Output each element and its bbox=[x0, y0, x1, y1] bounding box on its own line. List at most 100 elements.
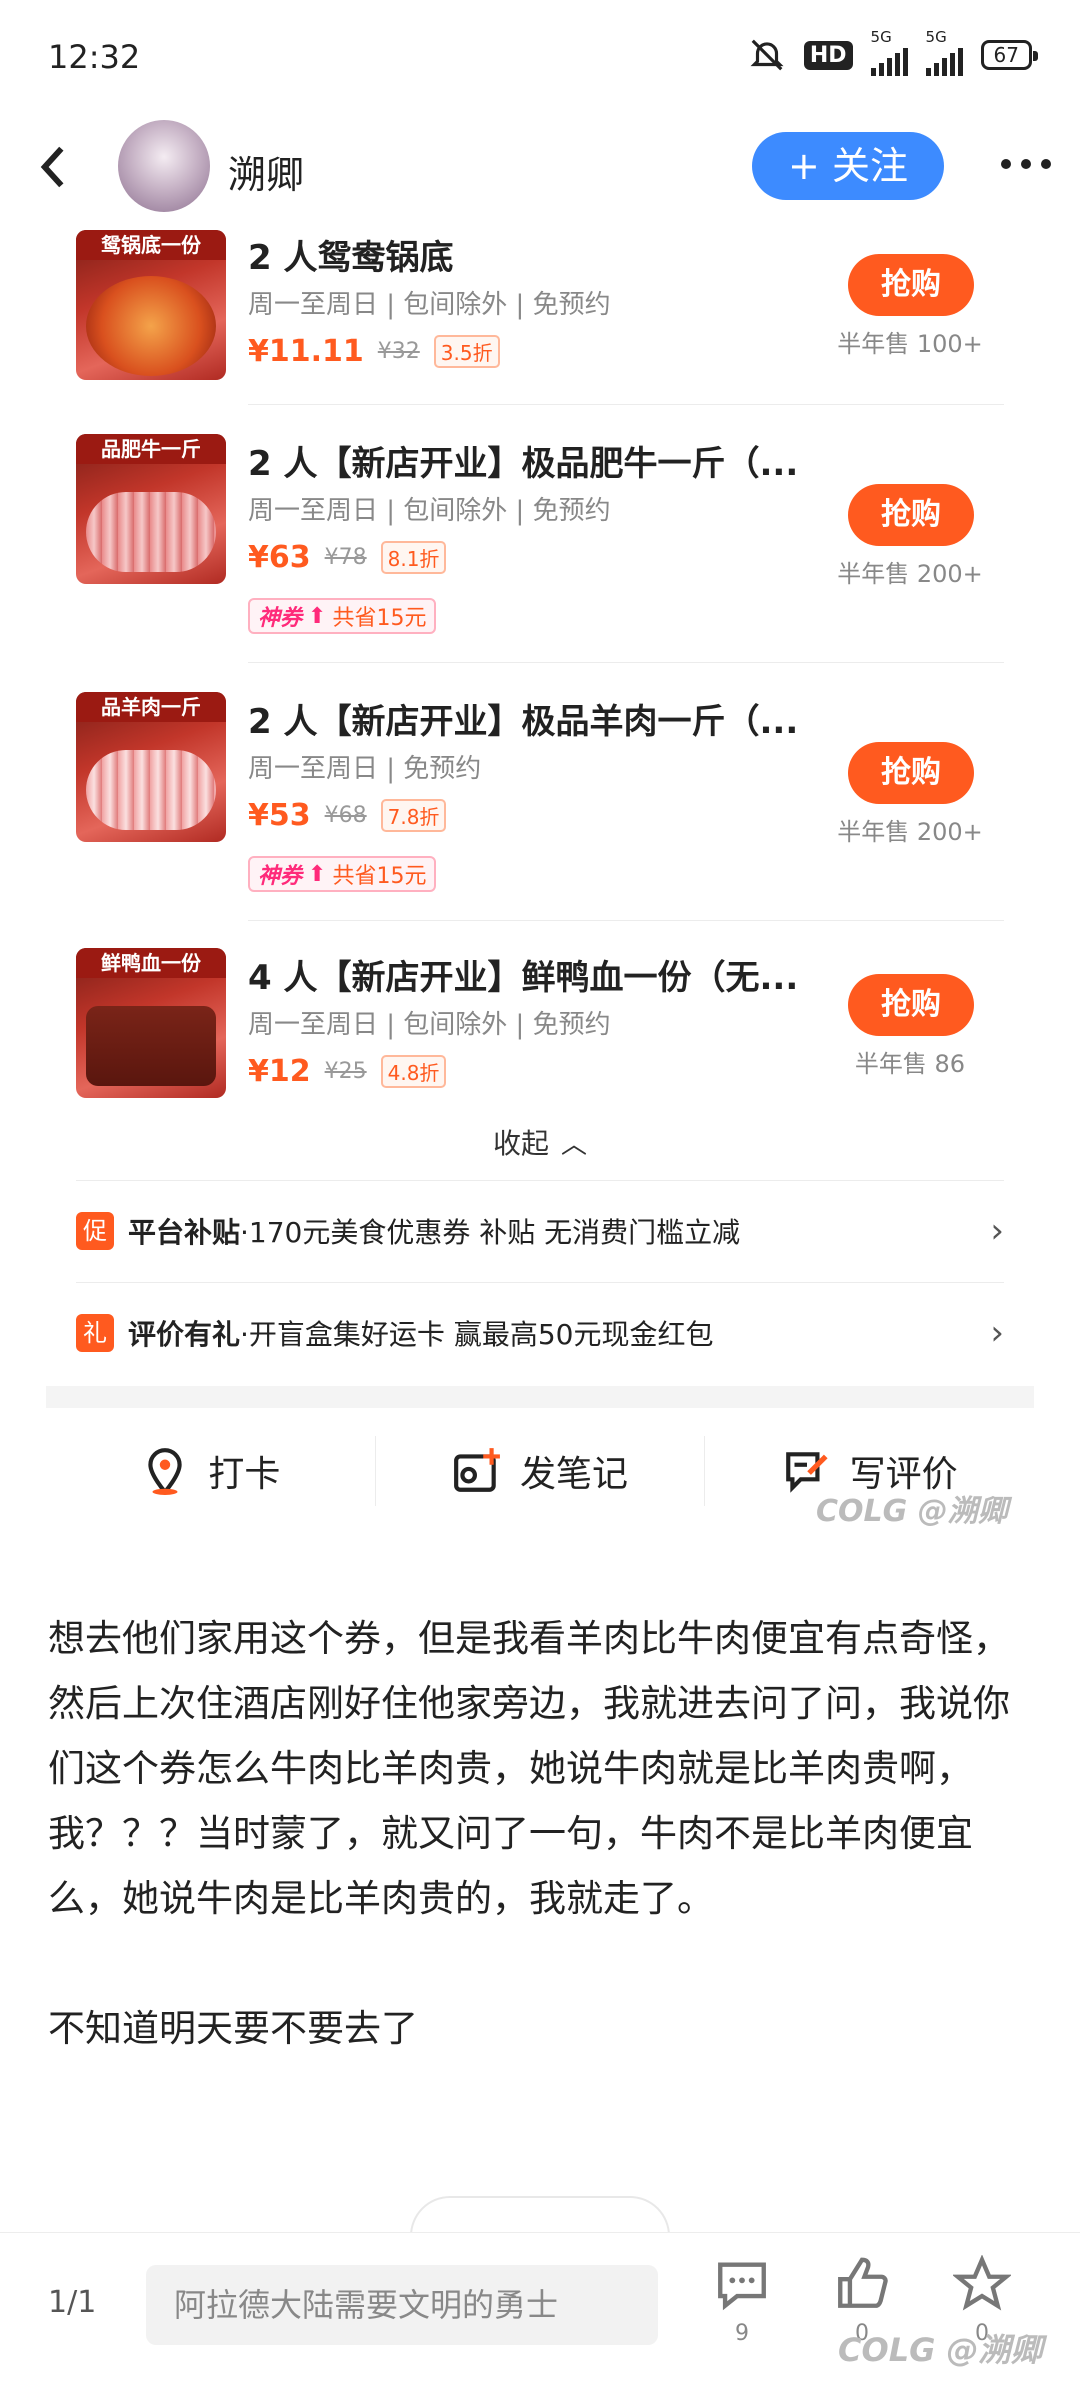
deal-image: 品羊肉一斤 bbox=[76, 692, 226, 842]
watermark: COLG @溯卿 bbox=[838, 2331, 1043, 2369]
deal-price: ¥53 bbox=[248, 798, 311, 833]
deal-image: 鸳锅底一份 bbox=[76, 230, 226, 380]
star-icon bbox=[951, 2254, 1013, 2311]
deal-original-price: ¥68 bbox=[324, 803, 367, 828]
buy-button[interactable]: 抢购 bbox=[848, 974, 974, 1036]
deal-image-label: 鸳锅底一份 bbox=[76, 230, 226, 260]
promo-icon: 礼 bbox=[76, 1313, 114, 1352]
coupon-arrow-icon: ⬆ bbox=[308, 603, 327, 629]
watermark: COLG @溯卿 bbox=[816, 1494, 1008, 1529]
follow-button[interactable]: + 关注 bbox=[752, 132, 944, 200]
post-note-button[interactable]: 发笔记 bbox=[376, 1436, 706, 1506]
deal-subtitle: 周一至周日 | 包间除外 | 免预约 bbox=[248, 496, 611, 526]
buy-button[interactable]: 抢购 bbox=[848, 254, 974, 316]
coupon-brand: 神券 bbox=[258, 606, 303, 631]
comment-count: 9 bbox=[735, 2321, 749, 2346]
deal-image: 鲜鸭血一份 bbox=[76, 948, 226, 1098]
bottom-bar: 1/1 阿拉德大陆需要文明的勇士 9 0 0 COLG @溯卿 bbox=[0, 2232, 1080, 2400]
deal-discount-badge: 7.8折 bbox=[380, 799, 447, 832]
more-options-button[interactable] bbox=[1000, 134, 1052, 185]
deal-image: 品肥牛一斤 bbox=[76, 434, 226, 584]
comment-icon bbox=[718, 2262, 766, 2311]
back-arrow-icon bbox=[40, 146, 64, 188]
signal-label: 5G bbox=[925, 28, 947, 46]
signal-icon: 5G bbox=[870, 28, 908, 76]
deal-title: 2 人【新店开业】极品羊肉一斤（... bbox=[248, 702, 799, 742]
deal-image-label: 鲜鸭血一份 bbox=[76, 948, 226, 978]
thumbs-up-icon bbox=[838, 2257, 888, 2308]
battery-level: 67 bbox=[993, 43, 1019, 67]
coupon-brand: 神券 bbox=[258, 864, 303, 889]
avatar[interactable] bbox=[118, 120, 210, 212]
buy-button[interactable]: 抢购 bbox=[848, 484, 974, 546]
deal-original-price: ¥78 bbox=[324, 545, 367, 570]
deal-original-price: ¥32 bbox=[377, 339, 420, 364]
status-icons: HD 5G 5G 67 bbox=[748, 28, 1039, 76]
divider bbox=[248, 404, 1004, 405]
deal-sold-count: 半年售 100+ bbox=[837, 330, 983, 358]
deal-price: ¥11.11 bbox=[248, 334, 364, 369]
comment-input[interactable]: 阿拉德大陆需要文明的勇士 bbox=[146, 2265, 658, 2345]
promo-desc: ·开盲盒集好运卡 赢最高50元现金红包 bbox=[240, 1317, 714, 1351]
deal-sold-count: 半年售 200+ bbox=[837, 560, 983, 588]
deal-price: ¥63 bbox=[248, 540, 311, 575]
deal-image-label: 品羊肉一斤 bbox=[76, 692, 226, 722]
deal-price-row: ¥53 ¥68 7.8折 bbox=[248, 798, 447, 833]
action-label: 发笔记 bbox=[520, 1454, 629, 1495]
promo-row-review-gift[interactable]: 礼 评价有礼 ·开盲盒集好运卡 赢最高50元现金红包 › bbox=[76, 1282, 1004, 1382]
promo-desc: ·170元美食优惠券 补贴 无消费门槛立减 bbox=[240, 1215, 741, 1249]
deal-subtitle: 周一至周日 | 包间除外 | 免预约 bbox=[248, 290, 611, 320]
collapse-button[interactable]: 收起 ︿ bbox=[0, 1122, 1080, 1162]
post-paragraph: 不知道明天要不要去了 bbox=[48, 2007, 418, 2050]
signal-label: 5G bbox=[870, 28, 892, 46]
chevron-up-icon: ︿ bbox=[561, 1130, 588, 1160]
coupon-save: 共省15元 bbox=[332, 864, 427, 889]
deal-subtitle: 周一至周日 | 包间除外 | 免预约 bbox=[248, 1010, 611, 1040]
deal-price-row: ¥63 ¥78 8.1折 bbox=[248, 540, 447, 575]
mute-bell-icon bbox=[750, 39, 784, 71]
hd-badge: HD bbox=[803, 40, 853, 70]
deal-discount-badge: 8.1折 bbox=[380, 541, 447, 574]
deal-original-price: ¥25 bbox=[324, 1059, 367, 1084]
deal-image-label: 品肥牛一斤 bbox=[76, 434, 226, 464]
promo-title: 评价有礼 bbox=[128, 1317, 241, 1351]
deal-discount-badge: 3.5折 bbox=[433, 335, 500, 368]
status-bar: 12:32 HD 5G 5G 67 bbox=[0, 0, 1080, 120]
coupon-tag: 神券 ⬆ 共省15元 bbox=[248, 598, 437, 634]
deal-sold-count: 半年售 200+ bbox=[837, 818, 983, 846]
coupon-save: 共省15元 bbox=[332, 606, 427, 631]
deal-price: ¥12 bbox=[248, 1054, 311, 1089]
action-label: 打卡 bbox=[208, 1454, 281, 1495]
chevron-right-icon: › bbox=[990, 1313, 1004, 1353]
checkin-button[interactable]: 打卡 bbox=[46, 1436, 376, 1506]
coupon-arrow-icon: ⬆ bbox=[308, 861, 327, 887]
deal-sold-count: 半年售 86 bbox=[854, 1050, 966, 1078]
comment-button[interactable]: 9 bbox=[702, 2255, 782, 2346]
deal-title: 2 人鸳鸯锅底 bbox=[248, 238, 454, 278]
post-header: 溯卿 + 关注 bbox=[0, 120, 1080, 220]
section-separator bbox=[46, 1386, 1034, 1408]
back-button[interactable] bbox=[36, 142, 70, 200]
post-paragraph: 想去他们家用这个券，但是我看羊肉比牛肉便宜有点奇怪，然后上次住酒店刚好住他家旁边… bbox=[48, 1617, 1010, 1920]
username[interactable]: 溯卿 bbox=[228, 144, 304, 199]
chevron-right-icon: › bbox=[990, 1211, 1004, 1251]
promo-row-subsidy[interactable]: 促 平台补贴 ·170元美食优惠券 补贴 无消费门槛立减 › bbox=[76, 1180, 1004, 1280]
status-time: 12:32 bbox=[48, 38, 141, 76]
page-count: 1/1 bbox=[48, 2285, 97, 2320]
buy-button[interactable]: 抢购 bbox=[848, 742, 974, 804]
location-pin-icon bbox=[148, 1448, 182, 1495]
image-add-icon bbox=[454, 1448, 500, 1492]
signal-icon: 5G bbox=[925, 28, 963, 76]
deal-title: 2 人【新店开业】极品肥牛一斤（... bbox=[248, 444, 799, 484]
more-dots-icon bbox=[1001, 159, 1051, 169]
divider bbox=[248, 662, 1004, 663]
promo-title: 平台补贴 bbox=[128, 1215, 241, 1249]
promo-icon: 促 bbox=[76, 1211, 114, 1250]
post-body: 想去他们家用这个券，但是我看羊肉比牛肉便宜有点奇怪，然后上次住酒店刚好住他家旁边… bbox=[48, 1606, 1032, 2061]
deal-price-row: ¥12 ¥25 4.8折 bbox=[248, 1054, 447, 1089]
collapse-label: 收起 bbox=[492, 1127, 549, 1160]
deal-subtitle: 周一至周日 | 免预约 bbox=[248, 754, 482, 784]
coupon-tag: 神券 ⬆ 共省15元 bbox=[248, 856, 437, 892]
divider bbox=[248, 920, 1004, 921]
battery-icon: 67 bbox=[980, 40, 1039, 70]
